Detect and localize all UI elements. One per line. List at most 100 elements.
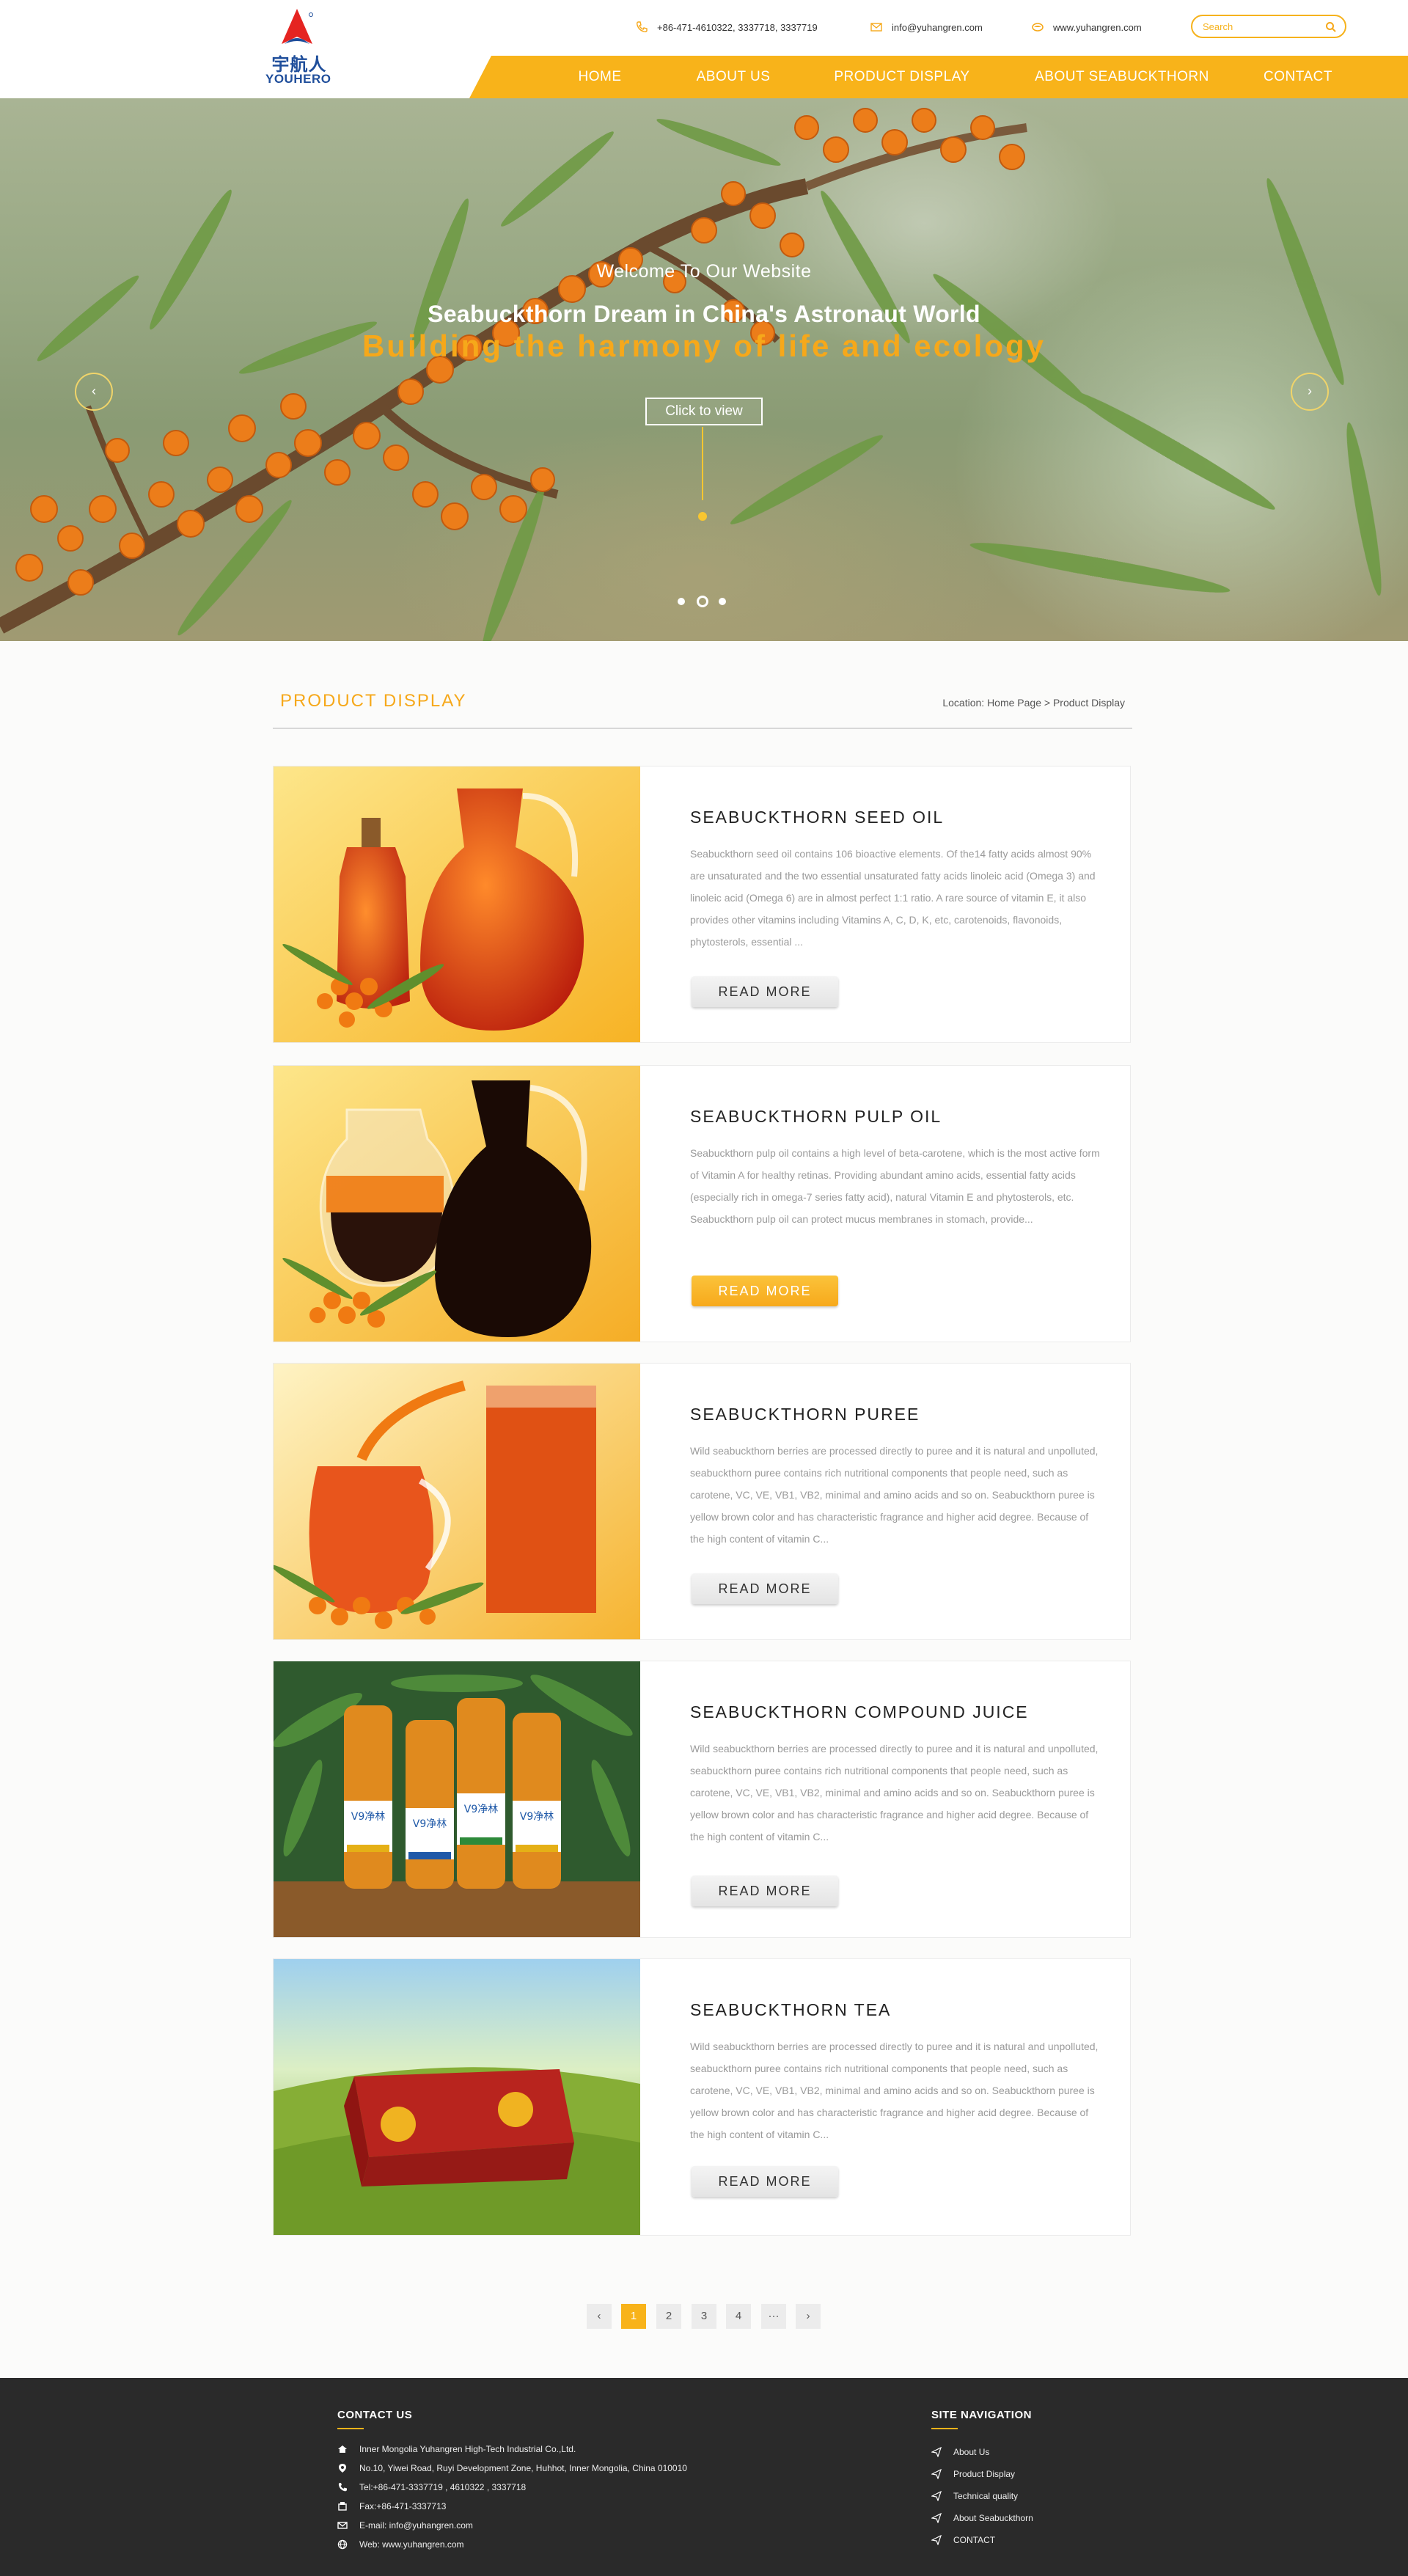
footer-link-product-display[interactable]: Product Display (931, 2469, 1015, 2479)
hero-banner: Welcome To Our Website Seabuckthorn Drea… (0, 98, 1408, 641)
footer-link-label: About Seabuckthorn (953, 2513, 1033, 2523)
site-footer: CONTACT US Inner Mongolia Yuhangren High… (0, 2378, 1408, 2576)
product-title[interactable]: SEABUCKTHORN PULP OIL (690, 1107, 942, 1127)
banner-headline: Seabuckthorn Dream in China's Astronaut … (428, 301, 980, 327)
nav-home[interactable]: HOME (556, 56, 644, 98)
footer-fax: Fax:+86-471-3337713 (337, 2501, 446, 2511)
product-image[interactable]: V9净林 V9净林 V9净林 V9净林 (274, 1661, 640, 1937)
send-arrow-icon (931, 2491, 942, 2501)
pagination-page-1[interactable]: 1 (621, 2304, 646, 2329)
product-desc-paragraph: Seabuckthorn pulp oil contains a high le… (690, 1147, 1100, 1203)
product-title[interactable]: SEABUCKTHORN TEA (690, 2000, 891, 2020)
product-title[interactable]: SEABUCKTHORN SEED OIL (690, 808, 944, 827)
footer-link-contact[interactable]: CONTACT (931, 2535, 995, 2545)
footer-link-about-us[interactable]: About Us (931, 2447, 989, 2457)
footer-company: Inner Mongolia Yuhangren High-Tech Indus… (337, 2444, 576, 2454)
pagination-prev[interactable]: ‹ (587, 2304, 612, 2329)
mail-icon (337, 2522, 348, 2529)
web-icon (337, 2539, 348, 2550)
read-more-button[interactable]: READ MORE (692, 1876, 838, 1906)
banner-seabuckthorn-image (0, 108, 1382, 641)
pagination-page-4[interactable]: 4 (726, 2304, 751, 2329)
footer-contact-underline (337, 2428, 364, 2429)
read-more-button[interactable]: READ MORE (692, 2166, 838, 2197)
read-more-button[interactable]: READ MORE (692, 1573, 838, 1604)
banner-next-button[interactable]: › (1291, 373, 1329, 411)
product-title[interactable]: SEABUCKTHORN PUREE (690, 1405, 920, 1424)
slide-dot-2[interactable] (697, 596, 708, 607)
globe-icon (1032, 23, 1044, 32)
footer-link-label: CONTACT (953, 2535, 996, 2545)
logo[interactable]: 宇航人 YOUHERO (265, 7, 331, 89)
main-nav: HOME ABOUT US PRODUCT DISPLAY ABOUT SEAB… (469, 56, 1408, 98)
read-more-button[interactable]: READ MORE (692, 1276, 838, 1306)
search-icon[interactable] (1324, 21, 1338, 34)
nav-about-seabuckthorn[interactable]: ABOUT SEABUCKTHORN (1012, 56, 1232, 98)
pagination-ellipsis[interactable]: ··· (761, 2304, 786, 2329)
fax-icon (338, 2502, 347, 2511)
product-desc-paragraph: Seabuckthorn pulp oil can protect mucus … (690, 1213, 1033, 1225)
pagination-page-2[interactable]: 2 (656, 2304, 681, 2329)
product-desc-paragraph: Seabuckthorn seed oil contains 106 bioac… (690, 848, 1096, 948)
tea-image (274, 1959, 640, 2235)
search-input[interactable] (1192, 16, 1310, 37)
footer-email[interactable]: E-mail: info@yuhangren.com (337, 2520, 473, 2531)
product-image[interactable] (274, 1364, 640, 1639)
header-email[interactable]: info@yuhangren.com (870, 16, 983, 38)
header-website-text: www.yuhangren.com (1053, 21, 1142, 33)
logo-mark-icon (282, 9, 313, 44)
slide-dot-1[interactable] (678, 598, 685, 605)
click-to-view-button[interactable]: Click to view (645, 398, 763, 425)
pagination-page-3[interactable]: 3 (692, 2304, 716, 2329)
product-description: Seabuckthorn pulp oil contains a high le… (690, 1142, 1101, 1230)
product-image[interactable] (274, 766, 640, 1042)
home-icon (338, 2445, 347, 2453)
pagination-next[interactable]: › (796, 2304, 821, 2329)
footer-nav-title: SITE NAVIGATION (931, 2409, 1032, 2421)
product-card: SEABUCKTHORN PULP OIL Seabuckthorn pulp … (273, 1065, 1131, 1342)
search-box (1191, 15, 1346, 38)
nav-contact[interactable]: CONTACT (1247, 56, 1349, 98)
breadcrumb[interactable]: Location: Home Page > Product Display (934, 697, 1125, 709)
logo-english-text: YOUHERO (265, 72, 331, 86)
header-website[interactable]: www.yuhangren.com (1031, 16, 1142, 38)
product-image[interactable] (274, 1959, 640, 2235)
read-more-button[interactable]: READ MORE (692, 976, 838, 1007)
nav-product-display[interactable]: PRODUCT DISPLAY (814, 56, 990, 98)
banner-welcome: Welcome To Our Website (596, 261, 812, 282)
footer-tel-text: Tel:+86-471-3337719 , 4610322 , 3337718 (359, 2482, 527, 2492)
section-title: PRODUCT DISPLAY (280, 691, 467, 711)
product-card: SEABUCKTHORN PUREE Wild seabuckthorn ber… (273, 1363, 1131, 1640)
product-card: SEABUCKTHORN SEED OIL Seabuckthorn seed … (273, 766, 1131, 1043)
bottle-label: V9净林 (464, 1804, 498, 1815)
header-email-text: info@yuhangren.com (892, 21, 983, 33)
nav-about-us[interactable]: ABOUT US (675, 56, 792, 98)
footer-nav-underline (931, 2428, 958, 2429)
section-divider (273, 728, 1132, 729)
banner-slogan: Building the harmony of life and ecology (362, 329, 1046, 363)
location-icon (339, 2464, 346, 2473)
product-description: Wild seabuckthorn berries are processed … (690, 1440, 1101, 1550)
banner-prev-button[interactable]: ‹ (75, 373, 113, 411)
seed-oil-image (274, 766, 640, 1042)
phone-icon (636, 21, 648, 33)
chevron-left-icon: ‹ (92, 384, 96, 398)
footer-link-about-seabuckthorn[interactable]: About Seabuckthorn (931, 2513, 1033, 2523)
product-image[interactable] (274, 1066, 640, 1342)
bottle-label: V9净林 (413, 1818, 447, 1830)
footer-web[interactable]: Web: www.yuhangren.com (337, 2539, 464, 2550)
product-title[interactable]: SEABUCKTHORN COMPOUND JUICE (690, 1702, 1029, 1722)
product-description: Wild seabuckthorn berries are processed … (690, 2035, 1101, 2145)
product-desc-paragraph: Wild seabuckthorn berries are processed … (690, 1743, 1099, 1843)
footer-company-text: Inner Mongolia Yuhangren High-Tech Indus… (359, 2444, 576, 2454)
footer-link-label: About Us (953, 2447, 990, 2457)
send-arrow-icon (931, 2447, 942, 2457)
footer-link-technical-quality[interactable]: Technical quality (931, 2491, 1018, 2501)
pulp-oil-image (274, 1066, 640, 1342)
footer-address-text: No.10, Yiwei Road, Ruyi Development Zone… (359, 2463, 687, 2473)
footer-fax-text: Fax:+86-471-3337713 (359, 2501, 447, 2511)
slide-dot-3[interactable] (719, 598, 726, 605)
chevron-right-icon: › (1308, 384, 1312, 398)
product-desc-paragraph: Wild seabuckthorn berries are processed … (690, 1445, 1099, 1545)
footer-contact-title: CONTACT US (337, 2409, 413, 2421)
